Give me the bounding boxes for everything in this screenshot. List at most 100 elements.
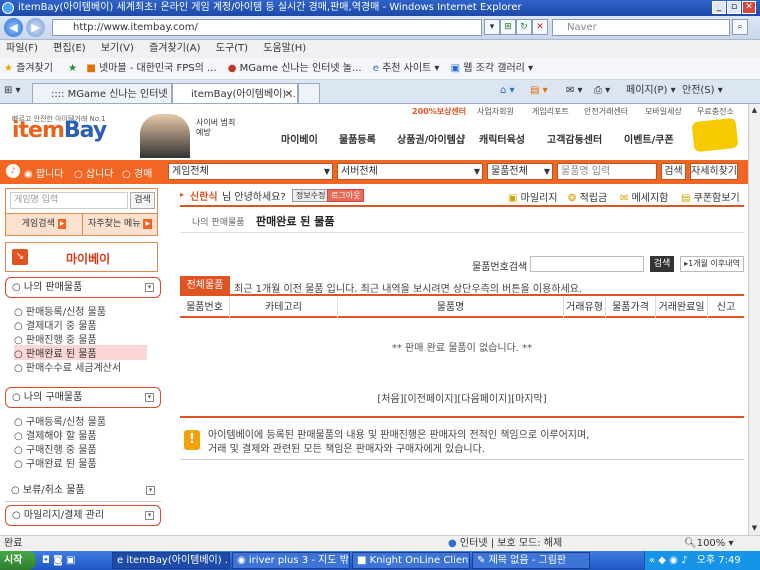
pagination[interactable]: [처음][이전페이지][다음페이지][마지막] <box>180 390 744 405</box>
search-input[interactable]: Naver <box>552 19 730 36</box>
safety-menu[interactable]: 안전(S) ▾ <box>682 80 723 102</box>
fav-suggested[interactable]: 추천 사이트 ▾ <box>382 63 439 74</box>
server-select[interactable]: 서버전체 ▼ <box>337 163 483 180</box>
tray-icons[interactable]: « ◆ ◉ ♪ <box>649 555 687 566</box>
task-knight[interactable]: ■ Knight OnLine Client <box>352 552 470 569</box>
nav-giftshop[interactable]: 상품권/아이템샵 <box>397 131 465 146</box>
tab-frequent-menu[interactable]: 자주찾는 메뉴 ▸ <box>82 213 157 235</box>
collapse-icon[interactable]: ▾ <box>145 393 154 402</box>
new-tab-button[interactable] <box>298 83 320 103</box>
quicklaunch-icons[interactable]: ◘ ◙ ▣ <box>42 551 75 570</box>
itembay-logo[interactable]: itemBay <box>12 118 107 143</box>
section-hold-cancel[interactable]: ○ 보류/취소 물품 ▾ <box>5 481 161 502</box>
sub-sale-in-progress[interactable]: ○ 판매진행 중 물품 <box>14 331 97 346</box>
expand-icon[interactable]: ▾ <box>145 511 154 520</box>
coupons-link[interactable]: ▤ 쿠폰함보기 <box>681 189 740 204</box>
topnav-business[interactable]: 사업자회원 <box>477 106 514 117</box>
radio-auction[interactable]: ○ 경매 <box>122 165 152 180</box>
search-icon[interactable]: ⌕ <box>732 19 748 35</box>
search-button[interactable]: 검색 <box>661 163 686 180</box>
home-icon[interactable]: ⌂ ▾ <box>500 80 515 102</box>
sub-buy-payment[interactable]: ○ 결제해야 할 물품 <box>14 427 97 442</box>
zone-indicator[interactable]: ● 인터넷 | 보호 모드: 해제 <box>448 536 562 551</box>
item-number-input[interactable] <box>530 256 644 272</box>
compat-view-icon[interactable]: ⊞ <box>500 19 516 35</box>
fav-netmarble[interactable]: 넷마블 - 대한민국 FPS의 ... <box>99 63 217 74</box>
menu-edit[interactable]: 편집(E) <box>53 43 86 54</box>
menu-tools[interactable]: 도구(T) <box>216 43 248 54</box>
sub-buy-in-progress[interactable]: ○ 구매진행 중 물품 <box>14 441 97 456</box>
minimize-button[interactable]: _ <box>712 1 726 14</box>
topnav-report[interactable]: 게임리포트 <box>532 106 569 117</box>
nav-event[interactable]: 이벤트/쿠폰 <box>624 131 674 146</box>
game-name-input[interactable]: 게임명 입력 <box>10 192 128 209</box>
game-select[interactable]: 게임전체 ▼ <box>168 163 333 180</box>
topnav-compensation[interactable]: 200%보상센터 <box>412 106 466 117</box>
detail-search-button[interactable]: 자세히찾기 <box>690 163 738 180</box>
refresh-icon[interactable]: ↻ <box>516 19 532 35</box>
topnav-charge[interactable]: 무료충전소 <box>697 106 734 117</box>
menu-help[interactable]: 도움말(H) <box>263 43 306 54</box>
tab-game-search[interactable]: 게임검색 ▸ <box>6 213 82 235</box>
item-select[interactable]: 물품전체 ▼ <box>487 163 553 180</box>
stop-icon[interactable]: ✕ <box>532 19 548 35</box>
tab-itembay[interactable]: itemBay(아이템베이) ... ✕ <box>172 83 298 103</box>
go-dropdown-button[interactable]: ▾ <box>484 19 500 35</box>
page-menu[interactable]: 페이지(P) ▾ <box>626 80 676 102</box>
tab-all-items[interactable]: 전체물품 <box>180 276 230 296</box>
nav-register[interactable]: 물품등록 <box>339 131 376 146</box>
period-button[interactable]: ▸1개월 이후내역 <box>680 256 744 272</box>
radio-buy[interactable]: ○ 삽니다 <box>74 165 114 180</box>
tab-close-icon[interactable]: ✕ <box>285 84 293 103</box>
mileage-link[interactable]: ▣ 마일리지 <box>508 189 557 204</box>
scroll-down-icon[interactable]: ▼ <box>749 522 760 534</box>
item-name-input[interactable]: 물품명 입력 <box>557 163 657 180</box>
messages-link[interactable]: ✉ 메세지함 <box>620 189 668 204</box>
edit-info-button[interactable]: 정보수정 <box>292 189 330 202</box>
sub-buy-register[interactable]: ○ 구매등록/신청 물품 <box>14 413 106 428</box>
forward-button[interactable]: ▶ <box>26 18 45 37</box>
task-iriver[interactable]: ◉ iriver plus 3 - 지도 밖... <box>232 552 350 569</box>
print-icon[interactable]: ⎙ ▾ <box>594 80 610 102</box>
topnav-mobile[interactable]: 모바일세상 <box>645 106 682 117</box>
tab-mgame[interactable]: :::: MGame 신나는 인터넷 ... <box>32 83 172 103</box>
game-search-button[interactable]: 검색 <box>130 192 155 209</box>
task-itembay[interactable]: e itemBay(아이템베이) ... <box>112 552 230 569</box>
menu-file[interactable]: 파일(F) <box>6 43 38 54</box>
add-favorite-icon[interactable]: ★ <box>68 63 77 74</box>
points-link[interactable]: ❂ 적립금 <box>568 189 607 204</box>
maximize-button[interactable]: ▫ <box>727 1 741 14</box>
topnav-safe-trade[interactable]: 안전거래센터 <box>584 106 628 117</box>
nav-character[interactable]: 캐릭터육성 <box>479 131 525 146</box>
sub-sale-tax-invoice[interactable]: ○ 판매수수료 세금계산서 <box>14 359 121 374</box>
zoom-control[interactable]: 🔍︎100% ▾ <box>684 536 734 551</box>
logout-button[interactable]: 로그아웃 <box>327 189 365 202</box>
sub-sale-payment-wait[interactable]: ○ 결제대기 중 물품 <box>14 317 97 332</box>
fav-webslice[interactable]: 웹 조각 갤러리 ▾ <box>463 63 533 74</box>
menu-favorites[interactable]: 즐겨찾기(A) <box>149 43 200 54</box>
fav-mgame[interactable]: MGame 신나는 인터넷 놀... <box>240 63 362 74</box>
feeds-icon[interactable]: ▤ ▾ <box>530 80 548 102</box>
expand-icon[interactable]: ▾ <box>146 486 155 495</box>
sub-sale-completed[interactable]: ○ 판매완료 된 물품 <box>14 345 147 360</box>
mybay-header[interactable]: ↘ 마이베이 <box>5 242 158 272</box>
section-my-purchases[interactable]: ○ 나의 구매물품 ▾ <box>5 387 161 408</box>
vertical-scrollbar[interactable]: ▲ ▼ <box>748 104 760 535</box>
close-button[interactable]: ✕ <box>742 1 756 14</box>
mail-icon[interactable]: ✉ ▾ <box>566 80 583 102</box>
item-number-search-button[interactable]: 검색 <box>650 256 674 272</box>
section-my-sales[interactable]: ○ 나의 판매물품 ▾ <box>5 277 161 298</box>
collapse-icon[interactable]: ▾ <box>145 283 154 292</box>
sub-buy-completed[interactable]: ○ 구매완료 된 물품 <box>14 455 97 470</box>
radio-sell[interactable]: ◉ 팝니다 <box>24 165 64 180</box>
start-button[interactable]: 시작 <box>0 551 36 570</box>
sub-sale-register[interactable]: ○ 판매등록/신청 물품 <box>14 303 106 318</box>
section-mileage[interactable]: ○ 마일리지/결제 관리 ▾ <box>5 505 161 526</box>
menu-view[interactable]: 보기(V) <box>101 43 134 54</box>
back-button[interactable]: ◀ <box>4 18 23 37</box>
nav-customer[interactable]: 고객감동센터 <box>547 131 602 146</box>
tab-list-icon[interactable]: ⊞ ▾ <box>4 80 21 102</box>
scroll-up-icon[interactable]: ▲ <box>749 104 760 116</box>
nav-mybay[interactable]: 마이베이 <box>281 131 318 146</box>
favorites-button[interactable]: 즐겨찾기 <box>16 63 53 74</box>
